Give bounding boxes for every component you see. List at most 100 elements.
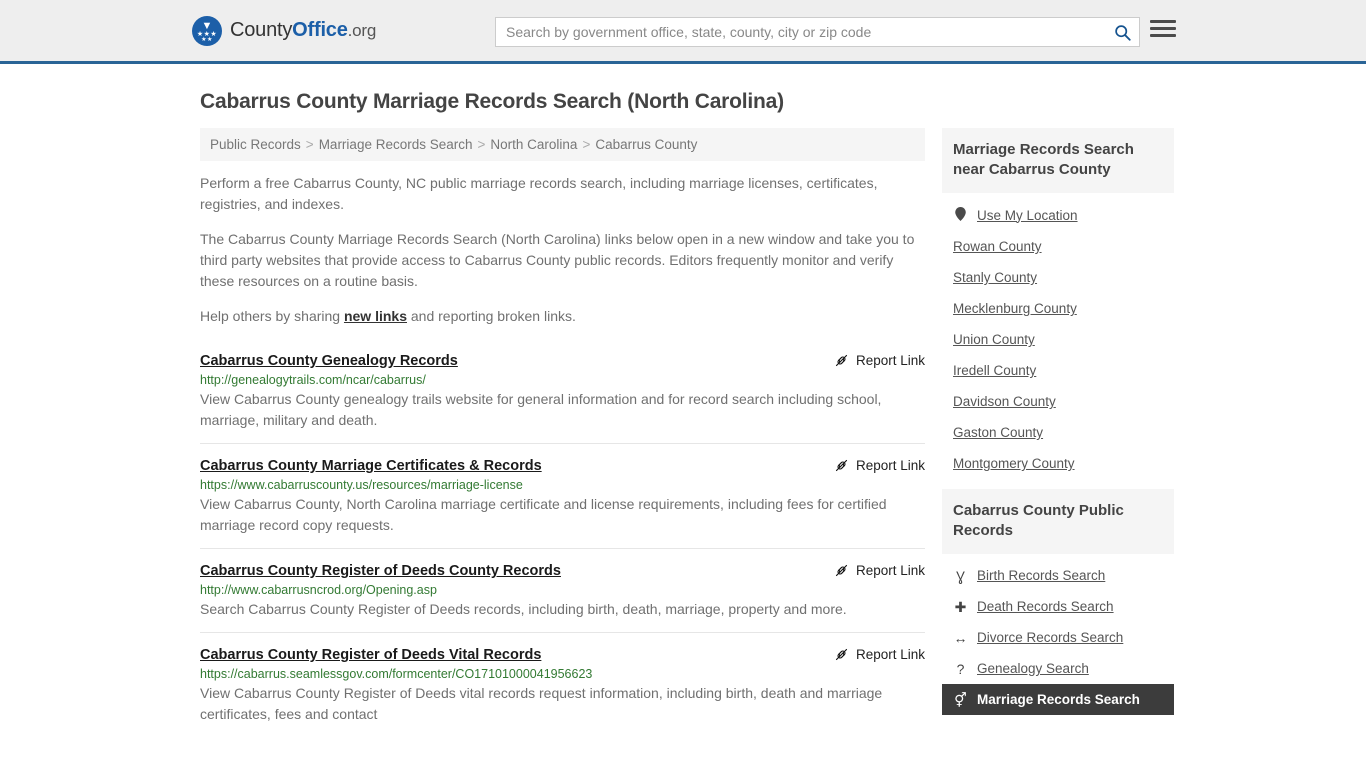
brand-part-tld: .org [347,21,377,40]
result-header: Cabarrus County Register of Deeds Vital … [200,647,925,663]
sidebar-record-item-marriage-records-search[interactable]: ⚥ Marriage Records Search [942,684,1174,715]
unlink-icon [835,648,848,661]
eagle-wings-icon: ▼ [201,19,213,32]
result-item: Cabarrus County Marriage Certificates & … [200,443,925,548]
sidebar-nearby-item-stanly-county[interactable]: Stanly County [942,262,1174,293]
brand-part-office: Office [292,19,348,41]
sidebar-item-label: Iredell County [953,363,1037,378]
left-right-arrow-icon: ↔ [953,629,968,646]
result-title-link[interactable]: Cabarrus County Register of Deeds County… [200,563,561,579]
sidebar-item-label: Genealogy Search [977,661,1089,676]
search-button[interactable] [1105,18,1139,46]
result-description: View Cabarrus County Register of Deeds v… [200,685,883,722]
result-description: View Cabarrus County, North Carolina mar… [200,496,887,533]
report-link-label: Report Link [855,563,925,578]
result-title-link[interactable]: Cabarrus County Genealogy Records [200,353,458,369]
content-columns: Public Records > Marriage Records Search > N… [200,128,1174,737]
sidebar-record-item-birth-records-search[interactable]: Ɣ Birth Records Search [942,560,1174,591]
sidebar-record-item-divorce-records-search[interactable]: ↔ Divorce Records Search [942,622,1174,653]
report-link-button[interactable]: Report Link [834,353,925,368]
question-mark-icon: ? [956,660,965,677]
sidebar-public-records-list: Ɣ Birth Records Search ✚ Death Records Sear… [942,554,1174,715]
hamburger-bar-3 [1150,34,1176,37]
breadcrumb-separator: > [305,137,314,152]
breadcrumb-item-1[interactable]: Marriage Records Search [319,137,473,152]
result-description: Search Cabarrus County Register of Deeds… [200,601,847,617]
report-link-button[interactable]: Report Link [834,563,925,578]
report-link-label: Report Link [855,458,925,473]
venus-mars-icon: ⚥ [954,691,967,708]
result-title-link[interactable]: Cabarrus County Register of Deeds Vital … [200,647,541,663]
intro-p3-after: and reporting broken links. [407,308,576,324]
result-item: Cabarrus County Register of Deeds Vital … [200,632,925,737]
sidebar-item-label: Montgomery County [953,456,1075,471]
search-icon [1114,24,1131,41]
result-list: Cabarrus County Genealogy Records Report … [200,341,925,737]
search-bar [495,17,1140,47]
sidebar-item-label: Rowan County [953,239,1042,254]
sidebar-nearby-item-mecklenburg-county[interactable]: Mecklenburg County [942,293,1174,324]
unlink-icon [835,459,848,472]
sidebar-nearby-item-iredell-county[interactable]: Iredell County [942,355,1174,386]
sidebar-nearby-heading: Marriage Records Search near Cabarrus Co… [942,128,1174,193]
cross-icon: ✚ [954,598,967,615]
sidebar-item-label: Union County [953,332,1035,347]
report-link-label: Report Link [855,647,925,662]
sidebar-item-label: Birth Records Search [977,568,1106,583]
result-title-link[interactable]: Cabarrus County Marriage Certificates & … [200,458,542,474]
site-logo[interactable]: ▼ ★★★ ★★ CountyOffice.org [192,15,376,46]
report-link-button[interactable]: Report Link [834,647,925,662]
sidebar: Marriage Records Search near Cabarrus Co… [942,128,1174,725]
sidebar-nearby-item-union-county[interactable]: Union County [942,324,1174,355]
sidebar-nearby-item-gaston-county[interactable]: Gaston County [942,417,1174,448]
page-title: Cabarrus County Marriage Records Search … [200,90,784,113]
breadcrumb-item-0[interactable]: Public Records [210,137,301,152]
sidebar-item-label: Use My Location [977,207,1078,223]
result-item: Cabarrus County Register of Deeds County… [200,548,925,632]
sidebar-nearby-item-davidson-county[interactable]: Davidson County [942,386,1174,417]
sidebar-item-label: Mecklenburg County [953,301,1077,316]
sidebar-record-item-genealogy-search[interactable]: ? Genealogy Search [942,653,1174,684]
new-links-link[interactable]: new links [344,308,407,324]
sidebar-nearby-item-montgomery-county[interactable]: Montgomery County [942,448,1174,479]
breadcrumb-separator: > [582,137,591,152]
sidebar-item-label: Death Records Search [977,599,1114,614]
unlink-icon [835,564,848,577]
sidebar-item-label: Marriage Records Search [977,692,1140,707]
sidebar-item-label: Davidson County [953,394,1056,409]
breadcrumb-separator: > [477,137,486,152]
breadcrumb-item-2[interactable]: North Carolina [490,137,577,152]
hamburger-bar-2 [1150,27,1176,30]
main-column: Public Records > Marriage Records Search > N… [200,128,925,737]
site-header: ▼ ★★★ ★★ CountyOffice.org [0,0,1366,64]
stars-icon-lower: ★★ [201,36,213,43]
hamburger-menu-button[interactable] [1150,20,1176,37]
sidebar-nearby-item-rowan-county[interactable]: Rowan County [942,231,1174,262]
result-header: Cabarrus County Register of Deeds County… [200,563,925,579]
search-input[interactable] [496,18,1105,46]
sidebar-item-label: Gaston County [953,425,1044,440]
sidebar-record-item-death-records-search[interactable]: ✚ Death Records Search [942,591,1174,622]
intro-p3-before: Help others by sharing [200,308,344,324]
result-header: Cabarrus County Genealogy Records Report … [200,353,925,369]
sidebar-nearby-item-use-my-location[interactable]: Use My Location [942,199,1174,231]
breadcrumb: Public Records > Marriage Records Search > N… [200,128,925,161]
baby-icon: Ɣ [956,567,965,584]
map-pin-icon [953,207,968,223]
intro-text: Perform a free Cabarrus County, NC publi… [200,173,925,327]
result-item: Cabarrus County Genealogy Records Report … [200,341,925,443]
report-link-label: Report Link [855,353,925,368]
sidebar-nearby-list: Use My Location Rowan County Stanly County… [942,193,1174,479]
sidebar-item-label: Divorce Records Search [977,630,1124,645]
intro-paragraph-2: The Cabarrus County Marriage Records Sea… [200,231,915,289]
breadcrumb-item-3[interactable]: Cabarrus County [595,137,697,152]
intro-paragraph-1: Perform a free Cabarrus County, NC publi… [200,175,878,212]
result-url: http://www.cabarrusncrod.org/Opening.asp [200,583,437,597]
result-description: View Cabarrus County genealogy trails we… [200,391,882,428]
unlink-icon [835,354,848,367]
result-url: https://cabarrus.seamlessgov.com/formcen… [200,667,593,681]
page-container: Cabarrus County Marriage Records Search … [0,90,1366,737]
brand-wordmark: CountyOffice.org [230,19,376,42]
result-header: Cabarrus County Marriage Certificates & … [200,458,925,474]
report-link-button[interactable]: Report Link [834,458,925,473]
